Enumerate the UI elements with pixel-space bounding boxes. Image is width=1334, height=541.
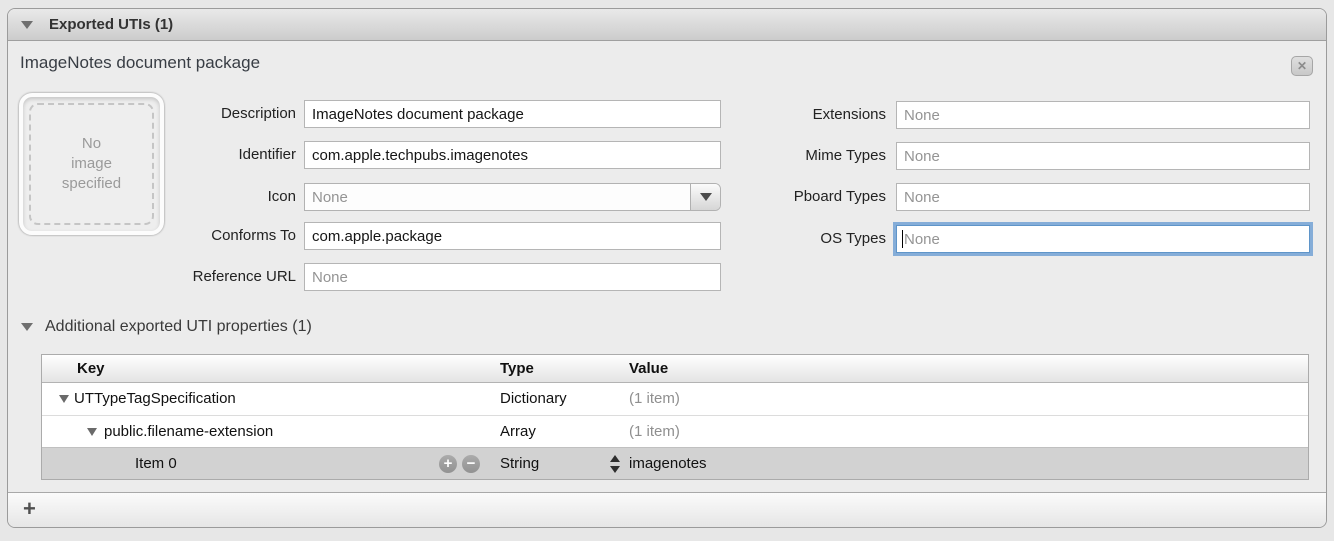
footer-bar: + xyxy=(8,492,1326,527)
section-title: Exported UTIs (1) xyxy=(49,16,173,33)
row-value: (1 item) xyxy=(629,383,680,415)
disclosure-triangle-icon[interactable] xyxy=(21,323,33,331)
row-value: (1 item) xyxy=(629,416,680,448)
identifier-label: Identifier xyxy=(8,141,296,169)
add-uti-button[interactable]: + xyxy=(23,496,36,522)
exported-utis-header[interactable]: Exported UTIs (1) xyxy=(8,9,1326,41)
text-caret xyxy=(902,230,903,248)
column-header-type: Type xyxy=(500,355,534,383)
column-header-key: Key xyxy=(77,355,105,383)
table-row-selected[interactable]: Item 0 + − String imagenotes xyxy=(42,447,1308,479)
additional-properties-header[interactable]: Additional exported UTI properties (1) xyxy=(8,318,312,336)
reference-url-field[interactable] xyxy=(304,263,721,291)
row-type: Array xyxy=(500,416,536,448)
row-type: String xyxy=(500,448,539,480)
exported-utis-panel: Exported UTIs (1) ImageNotes document pa… xyxy=(7,8,1327,528)
os-types-field-wrap xyxy=(896,225,1310,253)
reference-url-label: Reference URL xyxy=(8,263,296,291)
row-add-remove-buttons: + − xyxy=(439,455,480,473)
pboard-types-label: Pboard Types xyxy=(600,183,886,211)
extensions-label: Extensions xyxy=(600,101,886,129)
os-types-label: OS Types xyxy=(600,225,886,253)
close-icon[interactable]: ✕ xyxy=(1291,56,1313,76)
pboard-types-field[interactable] xyxy=(896,183,1310,211)
stepper-down-icon[interactable] xyxy=(610,466,620,473)
row-type: Dictionary xyxy=(500,383,567,415)
mime-types-label: Mime Types xyxy=(600,142,886,170)
icon-label: Icon xyxy=(8,183,296,211)
column-header-value: Value xyxy=(629,355,668,383)
properties-table: Key Type Value UTTypeTagSpecification Di… xyxy=(41,354,1309,480)
disclosure-triangle-icon[interactable] xyxy=(59,395,69,403)
row-key: Item 0 xyxy=(135,448,177,480)
type-stepper[interactable] xyxy=(610,455,620,473)
conforms-to-label: Conforms To xyxy=(8,222,296,250)
disclosure-triangle-icon[interactable] xyxy=(21,21,33,29)
disclosure-triangle-icon[interactable] xyxy=(87,428,97,436)
table-row[interactable]: UTTypeTagSpecification Dictionary (1 ite… xyxy=(42,383,1308,415)
row-key: UTTypeTagSpecification xyxy=(74,383,236,415)
description-label: Description xyxy=(8,100,296,128)
stepper-up-icon[interactable] xyxy=(610,455,620,462)
table-header-row: Key Type Value xyxy=(42,355,1308,383)
extensions-field[interactable] xyxy=(896,101,1310,129)
mime-types-field[interactable] xyxy=(896,142,1310,170)
row-value: imagenotes xyxy=(629,448,707,480)
os-types-field[interactable] xyxy=(896,225,1310,253)
add-item-icon[interactable]: + xyxy=(439,455,457,473)
remove-item-icon[interactable]: − xyxy=(462,455,480,473)
row-key: public.filename-extension xyxy=(104,416,273,448)
table-row[interactable]: public.filename-extension Array (1 item) xyxy=(42,415,1308,447)
uti-entry-title: ImageNotes document package xyxy=(20,53,260,73)
additional-properties-title: Additional exported UTI properties (1) xyxy=(45,318,312,336)
